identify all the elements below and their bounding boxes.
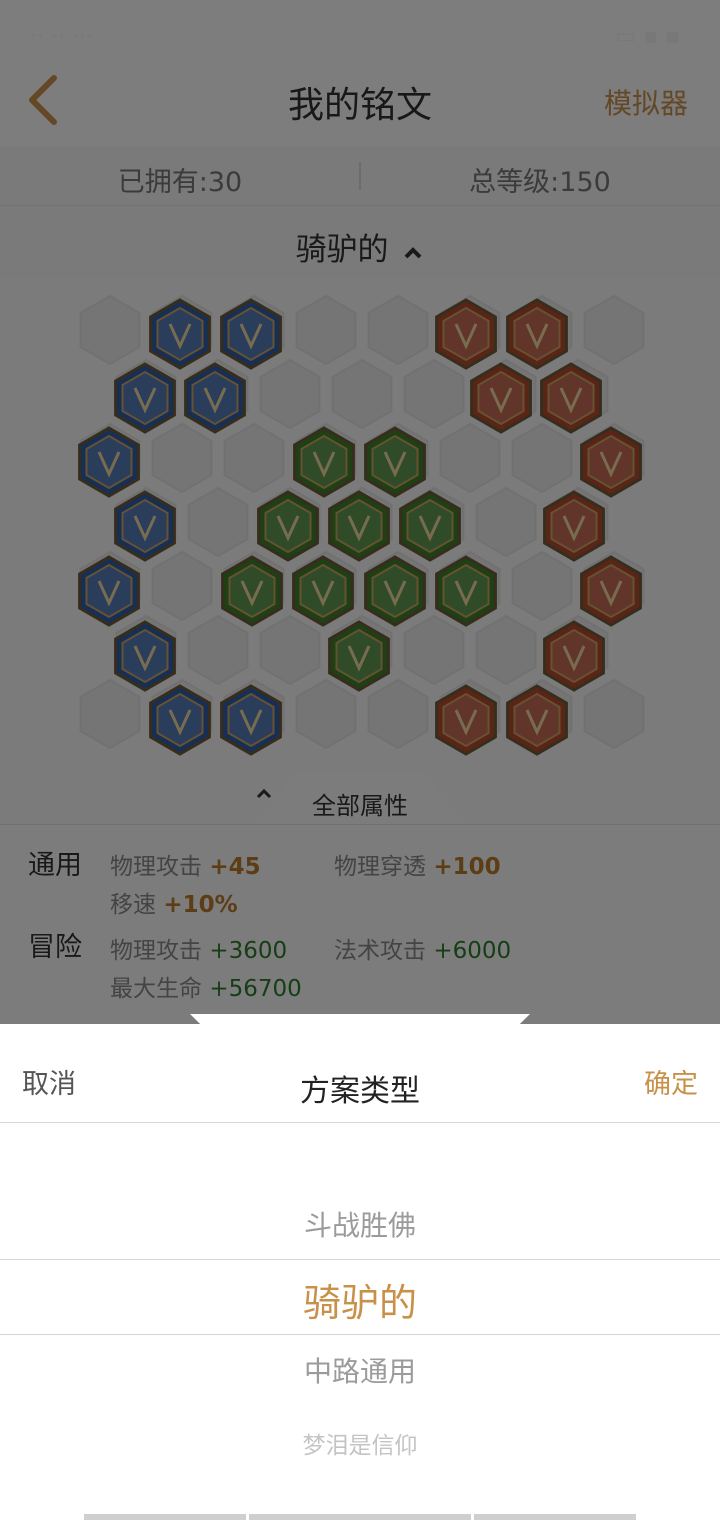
picker-option[interactable]: 斗战胜佛	[0, 1204, 720, 1244]
picker-option[interactable]: 中路通用	[0, 1350, 720, 1390]
picker-option[interactable]: 梦泪是信仰	[0, 1426, 720, 1460]
nav-hint-right	[474, 1514, 636, 1520]
confirm-button[interactable]: 确定	[644, 1062, 698, 1101]
selection-line-top	[0, 1259, 720, 1260]
selection-line-bottom	[0, 1334, 720, 1335]
picker-divider	[0, 1122, 720, 1123]
scheme-type-picker: 取消 方案类型 确定 斗战胜佛 骑驴的 中路通用 梦泪是信仰	[0, 1014, 720, 1520]
nav-hint-left	[84, 1514, 246, 1520]
picker-option-selected[interactable]: 骑驴的	[0, 1272, 720, 1327]
sheet-notch	[190, 1014, 530, 1024]
picker-title: 方案类型	[300, 1074, 420, 1109]
nav-hint-center	[249, 1514, 471, 1520]
